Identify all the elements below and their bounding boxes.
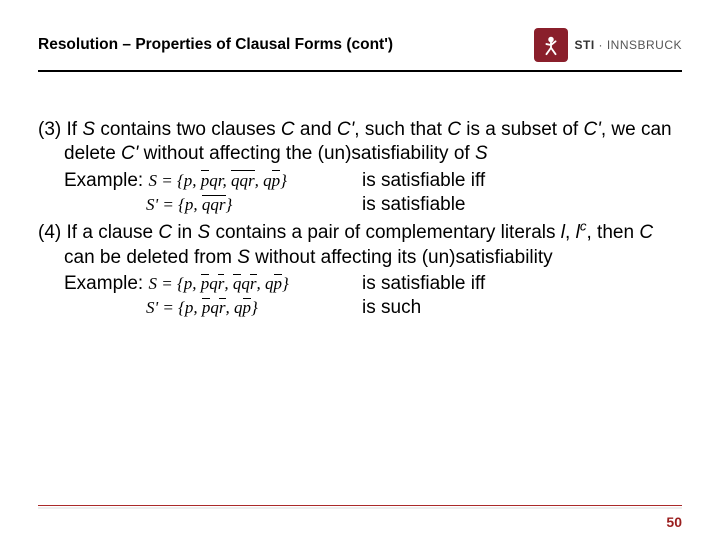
item-4: (4) If a clause C in S contains a pair o… <box>38 221 682 270</box>
page-number: 50 <box>666 514 682 530</box>
header-rule <box>38 70 682 72</box>
sti-logo-icon <box>534 28 568 62</box>
header: Resolution – Properties of Clausal Forms… <box>38 20 682 70</box>
item-3-example-2: S' = {p, qqr} is satisfiable <box>38 193 682 217</box>
footer-rule-shadow <box>38 507 682 509</box>
slide: Resolution – Properties of Clausal Forms… <box>0 0 720 540</box>
item-3: (3) If S contains two clauses C and C', … <box>38 118 682 167</box>
content: (3) If S contains two clauses C and C', … <box>38 118 682 321</box>
slide-title: Resolution – Properties of Clausal Forms… <box>38 36 393 54</box>
logo: STI · INNSBRUCK <box>534 28 682 62</box>
item-4-example-1: Example: S = {p, pqr, qqr, qp} is satisf… <box>38 272 682 296</box>
item-4-example-2: S' = {p, pqr, qp} is such <box>38 296 682 320</box>
item-3-example-1: Example: S = {p, pqr, qqr, qp} is satisf… <box>38 169 682 193</box>
footer-rule <box>38 505 682 506</box>
logo-text: STI · INNSBRUCK <box>574 38 682 52</box>
